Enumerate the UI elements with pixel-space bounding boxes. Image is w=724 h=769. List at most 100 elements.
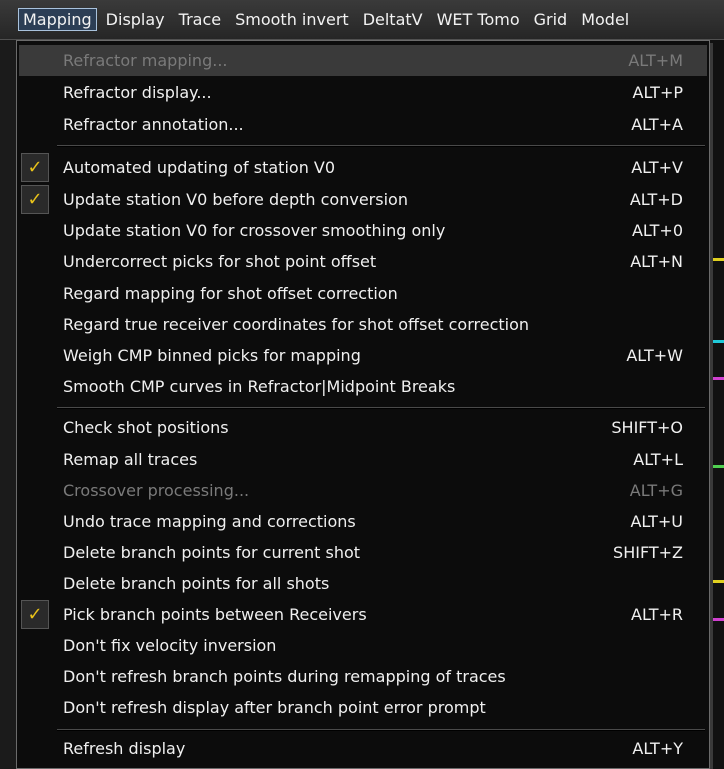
menu-item-regard-mapping[interactable]: Regard mapping for shot offset correctio…	[19, 278, 707, 309]
check-cell	[21, 372, 49, 401]
menu-item-label: Don't fix velocity inversion	[63, 636, 277, 655]
menu-item-shortcut: ALT+L	[633, 450, 683, 469]
menu-item-label: Update station V0 before depth conversio…	[63, 190, 408, 209]
menu-item-dont-refresh-display[interactable]: Don't refresh display after branch point…	[19, 692, 707, 723]
check-cell	[21, 110, 49, 139]
menu-item-undercorrect-picks[interactable]: Undercorrect picks for shot point offset…	[19, 246, 707, 277]
menu-item-shortcut: ALT+A	[631, 115, 683, 134]
checkmark-cell: ✓	[21, 153, 49, 182]
menu-item-undo-trace-mapping[interactable]: Undo trace mapping and corrections ALT+U	[19, 506, 707, 537]
menu-item-pick-branch-receivers[interactable]: ✓ Pick branch points between Receivers A…	[19, 599, 707, 630]
menu-item-shortcut: ALT+0	[631, 221, 683, 240]
menubar-grid[interactable]: Grid	[529, 8, 573, 31]
menu-item-shortcut: ALT+M	[628, 51, 683, 70]
menu-item-label: Delete branch points for current shot	[63, 543, 361, 562]
menu-item-label: Don't refresh branch points during remap…	[63, 667, 506, 686]
menu-item-label: Automated updating of station V0	[63, 158, 336, 177]
menu-item-label: Regard mapping for shot offset correctio…	[63, 284, 398, 303]
check-cell	[21, 413, 49, 442]
menu-item-smooth-cmp-curves[interactable]: Smooth CMP curves in Refractor|Midpoint …	[19, 371, 707, 402]
menu-item-dont-refresh-branch[interactable]: Don't refresh branch points during remap…	[19, 661, 707, 692]
checkmark-cell: ✓	[21, 185, 49, 214]
menubar-model[interactable]: Model	[576, 8, 634, 31]
menu-item-shortcut: SHIFT+O	[611, 418, 683, 437]
menu-bar: Mapping Display Trace Smooth invert Delt…	[0, 0, 724, 40]
check-cell	[21, 46, 49, 75]
menubar-display[interactable]: Display	[101, 8, 170, 31]
check-cell	[21, 662, 49, 691]
check-cell	[21, 734, 49, 763]
check-cell	[21, 569, 49, 598]
check-cell	[21, 78, 49, 107]
menu-separator	[57, 145, 705, 147]
menu-item-label: Refractor annotation...	[63, 115, 244, 134]
menu-item-label: Update station V0 for crossover smoothin…	[63, 221, 446, 240]
menu-item-refractor-mapping[interactable]: Refractor mapping... ALT+M	[19, 45, 707, 76]
check-cell	[21, 507, 49, 536]
menu-item-shortcut: ALT+V	[631, 158, 683, 177]
checkmark-cell: ✓	[21, 600, 49, 629]
menu-item-label: Refractor mapping...	[63, 51, 228, 70]
check-cell	[21, 279, 49, 308]
menu-item-automated-updating-v0[interactable]: ✓ Automated updating of station V0 ALT+V	[19, 152, 707, 183]
menu-item-shortcut: ALT+U	[630, 512, 683, 531]
menu-item-label: Remap all traces	[63, 450, 198, 469]
menu-separator	[57, 407, 705, 409]
menu-item-label: Check shot positions	[63, 418, 229, 437]
check-cell	[21, 216, 49, 245]
plot-line-mark	[710, 340, 724, 343]
menu-item-crossover-processing[interactable]: Crossover processing... ALT+G	[19, 475, 707, 506]
menu-item-label: Weigh CMP binned picks for mapping	[63, 346, 361, 365]
menu-item-shortcut: ALT+N	[630, 252, 683, 271]
menu-item-label: Undercorrect picks for shot point offset	[63, 252, 377, 271]
plot-line-mark	[710, 618, 724, 621]
menu-item-delete-branch-all[interactable]: Delete branch points for all shots	[19, 568, 707, 599]
menu-separator	[57, 729, 705, 731]
menu-item-update-v0-crossover[interactable]: Update station V0 for crossover smoothin…	[19, 215, 707, 246]
plot-line-mark	[710, 580, 724, 583]
checkmark-icon: ✓	[27, 604, 43, 625]
menu-item-refresh-display[interactable]: Refresh display ALT+Y	[19, 733, 707, 764]
menu-item-label: Refractor display...	[63, 83, 212, 102]
menu-item-label: Crossover processing...	[63, 481, 250, 500]
menubar-wet-tomo[interactable]: WET Tomo	[432, 8, 525, 31]
check-cell	[21, 693, 49, 722]
check-cell	[21, 310, 49, 339]
menubar-trace[interactable]: Trace	[174, 8, 226, 31]
check-cell	[21, 476, 49, 505]
mapping-dropdown-menu: Refractor mapping... ALT+M Refractor dis…	[16, 40, 710, 769]
check-cell	[21, 631, 49, 660]
menu-item-label: Undo trace mapping and corrections	[63, 512, 356, 531]
plot-line-mark	[710, 377, 724, 380]
background-plot-sliver	[710, 40, 724, 769]
application-window: Mapping Display Trace Smooth invert Delt…	[0, 0, 724, 769]
plot-line-mark	[710, 258, 724, 261]
plot-line-mark	[710, 465, 724, 468]
menu-item-label: Smooth CMP curves in Refractor|Midpoint …	[63, 377, 456, 396]
menu-item-label: Don't refresh display after branch point…	[63, 698, 486, 717]
menu-item-check-shot-positions[interactable]: Check shot positions SHIFT+O	[19, 412, 707, 443]
menu-item-shortcut: ALT+W	[626, 346, 683, 365]
menubar-deltatv[interactable]: DeltatV	[358, 8, 428, 31]
menubar-mapping[interactable]: Mapping	[18, 8, 97, 31]
check-cell	[21, 538, 49, 567]
menu-item-shortcut: ALT+G	[629, 481, 683, 500]
menu-item-dont-fix-velocity[interactable]: Don't fix velocity inversion	[19, 630, 707, 661]
menubar-smooth-invert[interactable]: Smooth invert	[230, 8, 354, 31]
menu-item-shortcut: SHIFT+Z	[613, 543, 683, 562]
menu-item-refractor-annotation[interactable]: Refractor annotation... ALT+A	[19, 109, 707, 140]
menu-item-regard-true-receiver[interactable]: Regard true receiver coordinates for sho…	[19, 309, 707, 340]
checkmark-icon: ✓	[27, 189, 43, 210]
menu-item-remap-all-traces[interactable]: Remap all traces ALT+L	[19, 444, 707, 475]
menu-item-label: Refresh display	[63, 739, 186, 758]
menu-item-label: Pick branch points between Receivers	[63, 605, 367, 624]
menu-item-update-v0-before-depth[interactable]: ✓ Update station V0 before depth convers…	[19, 184, 707, 215]
checkmark-icon: ✓	[27, 157, 43, 178]
menu-item-delete-branch-current[interactable]: Delete branch points for current shot SH…	[19, 537, 707, 568]
menu-item-weigh-cmp-picks[interactable]: Weigh CMP binned picks for mapping ALT+W	[19, 340, 707, 371]
menu-item-shortcut: ALT+Y	[632, 739, 683, 758]
menu-item-shortcut: ALT+D	[629, 190, 683, 209]
menu-item-refractor-display[interactable]: Refractor display... ALT+P	[19, 77, 707, 108]
menu-item-label: Regard true receiver coordinates for sho…	[63, 315, 530, 334]
menu-item-shortcut: ALT+P	[632, 83, 683, 102]
